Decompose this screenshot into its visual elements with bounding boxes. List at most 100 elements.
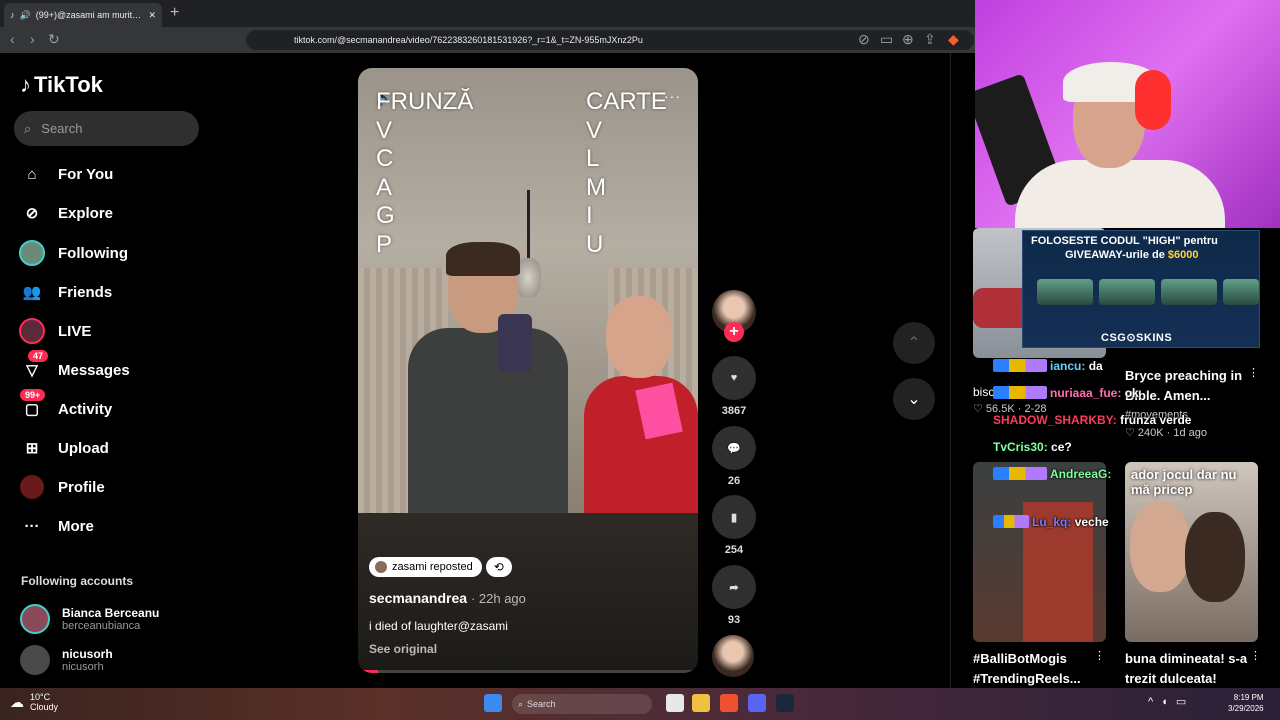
avatar bbox=[20, 645, 50, 675]
search-placeholder: Search bbox=[41, 121, 83, 136]
share-arrow-icon[interactable]: ➦ bbox=[712, 565, 756, 609]
zoom-icon[interactable]: ⊕ bbox=[902, 31, 914, 48]
more-vertical-icon[interactable]: ⋮ bbox=[1248, 366, 1259, 379]
following-account-item[interactable]: nicusorh nicusorh bbox=[20, 645, 113, 675]
video-description: i died of laughter@zasami bbox=[369, 619, 508, 633]
feed-card-caption[interactable]: buna dimineata! s-a trezit dulceata! bbox=[1125, 649, 1250, 689]
bookmark-icon[interactable]: ▮ bbox=[712, 495, 756, 539]
author-name[interactable]: secmanandrea bbox=[369, 590, 467, 606]
feed-card-thumbnail[interactable] bbox=[973, 462, 1106, 642]
sidebar-item-label: Explore bbox=[58, 204, 114, 222]
back-icon[interactable]: ‹ bbox=[10, 31, 15, 47]
sidebar-item-live[interactable]: LIVE bbox=[18, 317, 91, 345]
thumbnail-overlay-text: ador jocul dar nu mă pricep bbox=[1131, 467, 1237, 497]
more-vertical-icon[interactable]: ⋮ bbox=[1094, 649, 1105, 662]
video-author[interactable]: secmanandrea · 22h ago bbox=[369, 590, 526, 606]
share-icon[interactable]: ⇪ bbox=[924, 31, 936, 48]
previous-video-button[interactable]: ⌃ bbox=[893, 322, 935, 364]
sidebar-item-profile[interactable]: Profile bbox=[18, 473, 105, 501]
clock-time: 8:19 PM bbox=[1233, 693, 1264, 702]
video-progress-bar[interactable] bbox=[358, 670, 698, 673]
more-vertical-icon[interactable]: ⋮ bbox=[1250, 649, 1261, 662]
overlay-letter: A bbox=[376, 173, 393, 201]
weapon-skin-image bbox=[1223, 279, 1259, 305]
sidebar-item-label: Activity bbox=[58, 400, 113, 418]
sidebar-item-friends[interactable]: 👥 Friends bbox=[18, 278, 113, 306]
search-input[interactable]: ⌕ Search bbox=[14, 111, 199, 146]
brave-browser-icon[interactable] bbox=[720, 694, 738, 712]
system-tray[interactable]: ^◖▭ bbox=[1148, 695, 1194, 708]
reposter-avatar bbox=[375, 561, 387, 573]
overlay-left-column: FRUNZĂ V C A G P bbox=[376, 88, 473, 259]
sidebar-item-messages[interactable]: ▽ 47 Messages bbox=[18, 350, 130, 384]
repost-icon[interactable]: ⟲ bbox=[485, 557, 512, 577]
chat-badges-icon bbox=[993, 386, 1047, 399]
tiktok-logo[interactable]: ♪ TikTok bbox=[20, 72, 103, 98]
heart-icon[interactable]: ♥ bbox=[712, 356, 756, 400]
no-tracking-icon[interactable]: ⊘ bbox=[858, 31, 870, 48]
speaker-icon[interactable]: 🔊 bbox=[20, 10, 31, 21]
music-disc-avatar[interactable] bbox=[712, 635, 754, 677]
see-original-link[interactable]: See original bbox=[369, 642, 437, 656]
sidebar-item-for-you[interactable]: ⌂ For You bbox=[18, 160, 113, 188]
comment-action[interactable]: 💬 26 bbox=[712, 426, 756, 487]
sponsor-brand: CSG⊙SKINS bbox=[1101, 332, 1173, 344]
steam-icon[interactable] bbox=[776, 694, 794, 712]
new-tab-button[interactable]: + bbox=[170, 4, 179, 22]
more-dots-icon: ··· bbox=[24, 517, 40, 535]
overlay-word: FRUNZĂ bbox=[376, 88, 474, 115]
sidebar-item-more[interactable]: ··· More bbox=[18, 512, 94, 540]
tiktok-favicon-icon: ♪ bbox=[10, 10, 15, 20]
close-tab-icon[interactable]: ✕ bbox=[148, 10, 156, 21]
brave-shield-icon[interactable]: ◆ bbox=[948, 31, 959, 48]
browser-tab[interactable]: ♪ 🔊 (99+)@zasami am murit de r ✕ bbox=[4, 3, 162, 27]
sidebar-item-label: For You bbox=[58, 165, 114, 183]
feed-card-stats: ♡ 240K · 1d ago bbox=[1125, 427, 1208, 439]
feed-card-caption[interactable]: Bryce preaching in Bible. Amen... bbox=[1125, 366, 1245, 406]
sponsor-banner: FOLOSESTE CODUL "HIGH" pentru GIVEAWAY-u… bbox=[1022, 230, 1260, 348]
taskbar-search[interactable]: ⌕ Search bbox=[512, 694, 652, 714]
feed-card-thumbnail[interactable]: ador jocul dar nu mă pricep bbox=[1125, 462, 1258, 642]
chat-message: TvCris30: ce? bbox=[993, 440, 1072, 454]
file-explorer-icon[interactable] bbox=[692, 694, 710, 712]
chevron-down-icon: ⌄ bbox=[907, 391, 921, 408]
reposted-badge[interactable]: zasami reposted bbox=[369, 557, 482, 577]
reload-icon[interactable]: ↻ bbox=[48, 31, 60, 48]
sidebar-item-following[interactable]: Following bbox=[18, 239, 128, 267]
video-player[interactable]: 🔈 ··· FRUNZĂ V C A G P CARTE V L M I U bbox=[358, 68, 698, 673]
forward-icon[interactable]: › bbox=[30, 31, 35, 47]
follow-plus-button[interactable]: + bbox=[724, 322, 744, 342]
discord-icon[interactable] bbox=[748, 694, 766, 712]
overlay-letter: C bbox=[376, 145, 394, 172]
following-account-item[interactable]: Bianca Berceanu berceanubianca bbox=[20, 604, 159, 634]
person-left bbox=[398, 242, 568, 528]
next-video-button[interactable]: ⌄ bbox=[893, 378, 935, 420]
feed-card-caption[interactable]: #BalliBotMogis #TrendingReels... bbox=[973, 649, 1088, 689]
share-action[interactable]: ➦ 93 bbox=[712, 565, 756, 626]
compass-icon: ⊘ bbox=[25, 205, 39, 222]
feed-card-caption[interactable]: bisc bbox=[973, 382, 994, 402]
cast-icon[interactable]: ▭ bbox=[880, 31, 893, 48]
weapon-skin-image bbox=[1099, 279, 1155, 305]
weather-condition: Cloudy bbox=[30, 702, 59, 712]
streamer-webcam bbox=[975, 0, 1280, 228]
sidebar-item-explore[interactable]: ⊘ Explore bbox=[18, 199, 113, 227]
temperature: 10°C bbox=[30, 692, 51, 702]
sidebar-item-upload[interactable]: ⊞ Upload bbox=[18, 434, 109, 462]
chat-badges-icon bbox=[993, 467, 1047, 480]
like-count: 3867 bbox=[721, 405, 747, 417]
account-name: nicusorh bbox=[62, 647, 113, 661]
chevron-up-icon: ⌃ bbox=[907, 335, 921, 352]
sidebar-item-label: Profile bbox=[58, 478, 105, 496]
save-action[interactable]: ▮ 254 bbox=[712, 495, 756, 556]
post-time: · 22h ago bbox=[470, 591, 526, 606]
messages-icon: ▽ 47 bbox=[18, 350, 49, 384]
chat-message: SHADOW_SHARKBY: frunza verde bbox=[993, 413, 1192, 427]
taskbar-clock[interactable]: 8:19 PM 3/29/2026 bbox=[1228, 692, 1264, 714]
windows-start-icon[interactable] bbox=[484, 694, 502, 712]
comment-icon[interactable]: 💬 bbox=[712, 426, 756, 470]
like-action[interactable]: ♥ 3867 bbox=[712, 356, 756, 417]
weather-widget[interactable]: ☁ 10°C Cloudy bbox=[10, 692, 58, 712]
sidebar-item-activity[interactable]: ▢ 99+ Activity bbox=[18, 389, 113, 423]
task-view-icon[interactable] bbox=[666, 694, 684, 712]
